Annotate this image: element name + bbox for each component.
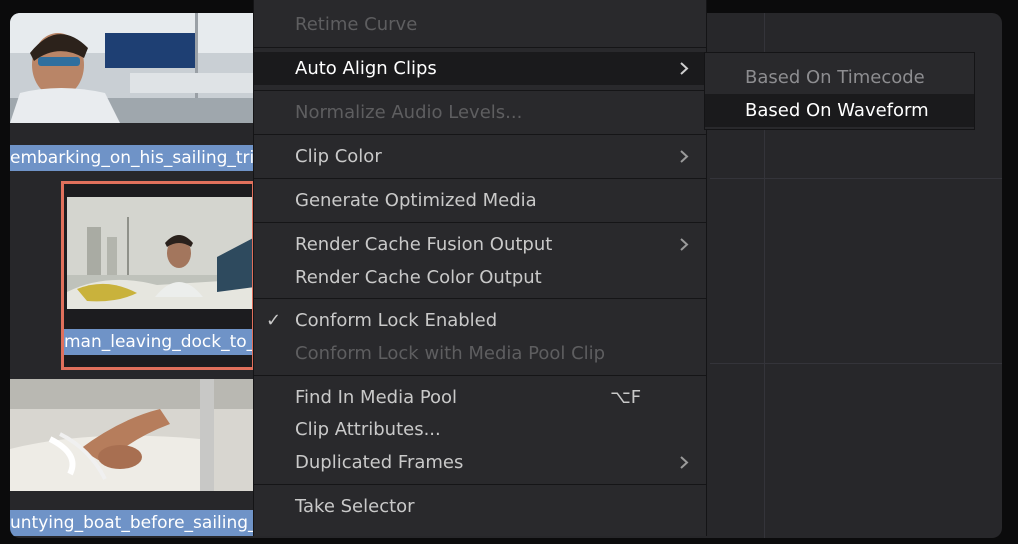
menu-item-clip-attributes[interactable]: Clip Attributes... [254,413,706,446]
menu-item-conform-lock-with-media-pool-clip[interactable]: Conform Lock with Media Pool Clip [254,337,706,370]
menu-item-auto-align-clips[interactable]: Auto Align Clips [254,52,706,85]
menu-item-label: Take Selector [295,496,415,517]
menu-item-shortcut: ⌥F [610,387,642,408]
menu-item-generate-optimized-media[interactable]: Generate Optimized Media [254,184,706,217]
clip-name: untying_boat_before_sailing_b [10,510,255,536]
chevron-right-icon [680,238,689,251]
track-divider [710,178,1002,179]
menu-item-normalize-audio-levels[interactable]: Normalize Audio Levels... [254,96,706,129]
menu-separator [254,134,706,135]
menu-item-label: Generate Optimized Media [295,190,537,211]
track-divider [710,363,1002,364]
chevron-right-icon [680,150,689,163]
clip-thumbnail [10,13,255,123]
menu-item-label: Conform Lock with Media Pool Clip [295,343,606,364]
menu-item-label: Auto Align Clips [295,58,437,79]
auto-align-submenu: Based On Timecode Based On Waveform [704,52,975,130]
menu-item-conform-lock-enabled[interactable]: ✓ Conform Lock Enabled [254,304,706,337]
timeline-clip[interactable]: embarking_on_his_sailing_trip [10,13,255,173]
menu-separator [254,222,706,223]
checkmark-icon: ✓ [266,310,282,331]
submenu-item-based-on-waveform[interactable]: Based On Waveform [705,94,974,127]
menu-item-clip-color[interactable]: Clip Color [254,140,706,173]
chevron-right-icon [680,62,689,75]
menu-item-label: Find In Media Pool [295,387,458,408]
menu-item-duplicated-frames[interactable]: Duplicated Frames [254,446,706,479]
submenu-item-label: Based On Waveform [745,100,929,121]
menu-item-label: Clip Attributes... [295,419,441,440]
menu-item-label: Retime Curve [295,14,418,35]
timeline-clip[interactable]: untying_boat_before_sailing_b [10,379,255,538]
submenu-item-based-on-timecode[interactable]: Based On Timecode [705,61,974,94]
menu-item-label: Render Cache Fusion Output [295,234,553,255]
menu-item-label: Clip Color [295,146,382,167]
clip-name: man_leaving_dock_to_ [64,329,252,355]
menu-separator [254,375,706,376]
menu-item-take-selector[interactable]: Take Selector [254,490,706,523]
chevron-right-icon [680,456,689,469]
menu-item-find-in-media-pool[interactable]: Find In Media Pool ⌥F [254,381,706,414]
clip-thumbnail [67,197,252,309]
menu-separator [254,90,706,91]
menu-separator [254,298,706,299]
menu-item-label: Render Cache Color Output [295,267,542,288]
menu-item-render-cache-fusion-output[interactable]: Render Cache Fusion Output [254,228,706,261]
clip-thumbnail [10,379,255,491]
menu-separator [254,484,706,485]
menu-separator [254,178,706,179]
menu-item-render-cache-color-output[interactable]: Render Cache Color Output [254,261,706,294]
submenu-item-label: Based On Timecode [745,67,925,88]
menu-separator [254,47,706,48]
menu-item-label: Normalize Audio Levels... [295,102,523,123]
timeline-clip-selected[interactable]: man_leaving_dock_to_ [61,181,255,370]
clip-name: embarking_on_his_sailing_trip [10,145,255,171]
context-menu: Retime Curve Auto Align Clips Normalize … [253,0,707,536]
menu-item-label: Conform Lock Enabled [295,310,498,331]
menu-item-label: Duplicated Frames [295,452,464,473]
menu-item-retime-curve[interactable]: Retime Curve [254,8,706,41]
